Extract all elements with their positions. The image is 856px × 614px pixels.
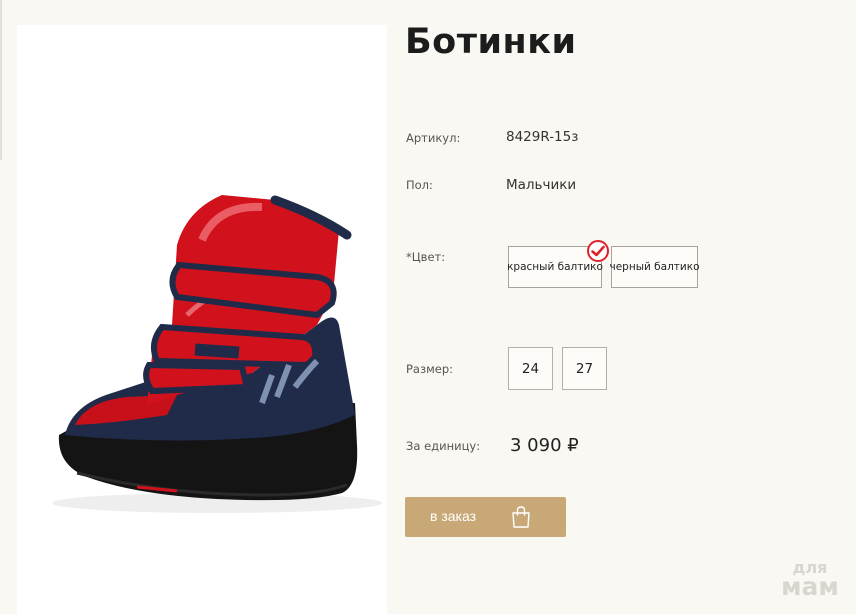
size-option-label: 27 [575,360,594,377]
boot-illustration [52,195,382,513]
gender-label: Пол: [406,178,433,192]
size-label: Размер: [406,362,454,376]
price-label: За единицу: [406,439,481,453]
product-image[interactable] [17,25,387,614]
article-label: Артикул: [406,131,461,145]
size-option-27[interactable]: 27 [562,347,607,390]
price-value: 3 090 ₽ [510,435,579,456]
size-option-label: 24 [521,360,540,377]
size-option-24[interactable]: 24 [508,347,553,390]
color-option-black[interactable]: черный балтико [609,246,700,288]
watermark-logo: для мам [770,560,850,601]
color-label: *Цвет: [406,250,446,264]
selected-check-icon [587,240,609,262]
gender-value: Мальчики [506,177,577,193]
left-edge-divider [0,0,2,160]
page-title: Ботинки [405,22,577,62]
shopping-bag-icon [512,506,530,528]
add-to-order-button[interactable]: в заказ [405,497,566,537]
watermark-line-2: мам [781,572,839,601]
color-option-label: черный балтико [609,261,700,273]
order-button-label: в заказ [430,508,477,524]
article-value: 8429R-15з [506,129,579,145]
